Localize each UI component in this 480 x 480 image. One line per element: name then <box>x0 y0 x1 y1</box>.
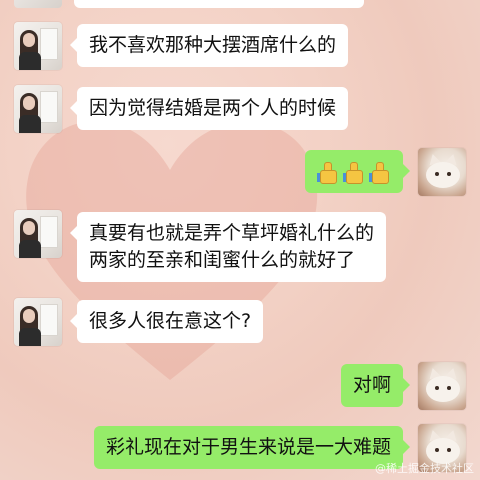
message-bubble-received[interactable]: 真要有也就是弄个草坪婚礼什么的 两家的至亲和闺蜜什么的就好了 <box>69 212 387 282</box>
avatar-partial <box>14 0 62 8</box>
contact-avatar[interactable] <box>14 85 62 133</box>
my-avatar[interactable] <box>418 148 466 196</box>
message-text: 因为觉得结婚是两个人的时候 <box>89 97 337 119</box>
my-avatar[interactable] <box>418 362 466 410</box>
message-bubble-received[interactable]: 很多人很在意这个? <box>69 300 264 343</box>
thumbs-up-icon <box>317 161 339 184</box>
contact-avatar[interactable] <box>14 210 62 258</box>
message-text: 很多人很在意这个? <box>89 310 252 332</box>
message-text-line: 真要有也就是弄个草坪婚礼什么的 <box>89 222 375 244</box>
message-bubble-received[interactable]: 因为觉得结婚是两个人的时候 <box>69 87 349 130</box>
message-text: 彩礼现在对于男生来说是一大难题 <box>105 436 391 458</box>
message-text: 我不喜欢那种大摆酒席什么的 <box>89 34 337 56</box>
contact-avatar[interactable] <box>14 22 62 70</box>
message-bubble-sent[interactable]: 对啊 <box>340 364 411 407</box>
message-bubble-sent[interactable]: 彩礼现在对于男生来说是一大难题 <box>93 426 411 469</box>
thumbs-up-icon <box>369 161 391 184</box>
thumbs-up-icon <box>343 161 365 184</box>
message-bubble-received[interactable]: 我不喜欢那种大摆酒席什么的 <box>69 24 349 67</box>
message-bubble-partial <box>74 0 364 8</box>
watermark: @稀土掘金技术社区 <box>375 462 474 475</box>
message-bubble-sent[interactable] <box>305 150 410 193</box>
message-text: 对啊 <box>352 374 391 396</box>
message-text-line: 两家的至亲和闺蜜什么的就好了 <box>89 249 356 271</box>
contact-avatar[interactable] <box>14 298 62 346</box>
